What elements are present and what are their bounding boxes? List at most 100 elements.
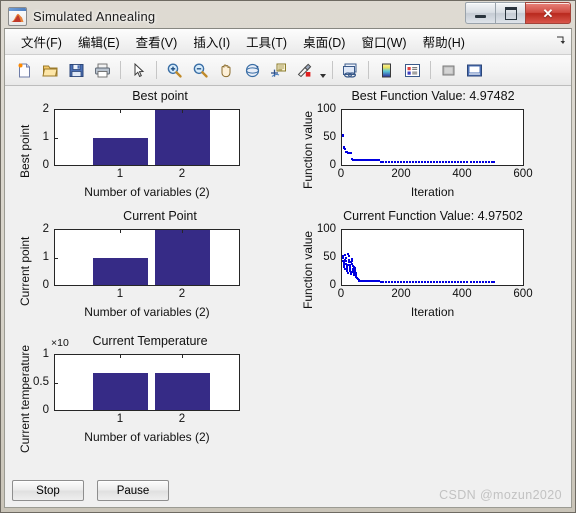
- data-point: [344, 147, 347, 150]
- data-point: [400, 280, 403, 283]
- data-point: [427, 160, 430, 163]
- rotate-3d-icon[interactable]: [240, 58, 265, 83]
- current-point-chart: Current Point Current point 2 1 0 1 2 Nu…: [5, 206, 290, 326]
- best-point-bar-1: [93, 137, 148, 165]
- data-point: [391, 160, 394, 163]
- current-function-value-xtick-0: 0: [337, 288, 345, 300]
- data-point: [391, 280, 394, 283]
- figure-client-area: 文件(F) 编辑(E) 查看(V) 插入(I) 工具(T) 桌面(D) 窗口(W…: [4, 28, 572, 508]
- data-point: [469, 280, 472, 283]
- save-figure-icon[interactable]: [64, 58, 89, 83]
- data-point: [463, 160, 466, 163]
- current-temperature-ytick-05: 0.5: [33, 376, 49, 388]
- legend-icon[interactable]: [400, 58, 425, 83]
- menu-help[interactable]: 帮助(H): [415, 29, 473, 54]
- data-point: [412, 160, 415, 163]
- brush-dropdown-icon[interactable]: [318, 55, 327, 85]
- simulated-annealing-window: Simulated Annealing ✕ 文件(F) 编辑(E) 查看(V) …: [0, 0, 576, 513]
- data-point: [347, 258, 350, 261]
- data-point: [388, 160, 391, 163]
- data-point: [403, 280, 406, 283]
- new-figure-icon[interactable]: [12, 58, 37, 83]
- menu-overflow-icon[interactable]: [556, 36, 565, 48]
- print-figure-icon[interactable]: [90, 58, 115, 83]
- data-point: [493, 161, 496, 164]
- run-controls: Stop Pause: [12, 480, 169, 501]
- stop-button[interactable]: Stop: [12, 480, 84, 501]
- pointer-select-icon[interactable]: [126, 58, 151, 83]
- best-point-xlabel: Number of variables (2): [84, 185, 210, 199]
- data-point: [424, 280, 427, 283]
- menu-tools[interactable]: 工具(T): [238, 29, 295, 54]
- data-point: [460, 160, 463, 163]
- matlab-icon: [8, 6, 27, 26]
- close-button[interactable]: ✕: [525, 2, 571, 24]
- current-point-xtick-2: 2: [178, 288, 186, 300]
- data-point: [430, 160, 433, 163]
- current-point-xtick-1: 1: [116, 288, 124, 300]
- hide-plot-tools-icon[interactable]: [436, 58, 461, 83]
- best-function-value-ylabel: Function value: [301, 110, 315, 189]
- best-function-value-axes[interactable]: [341, 109, 524, 166]
- current-point-ylabel: Current point: [18, 236, 32, 306]
- data-point: [454, 280, 457, 283]
- menu-edit[interactable]: 编辑(E): [70, 29, 128, 54]
- data-point: [451, 280, 454, 283]
- data-point: [347, 252, 350, 255]
- current-temperature-bar-1: [93, 373, 148, 410]
- current-temperature-ylabel: Current temperature: [18, 344, 32, 453]
- best-function-value-xtick-200: 200: [391, 168, 411, 180]
- data-cursor-icon[interactable]: [266, 58, 291, 83]
- link-plot-icon[interactable]: [338, 58, 363, 83]
- minimize-button[interactable]: [465, 2, 495, 24]
- window-title: Simulated Annealing: [33, 8, 156, 24]
- data-point: [418, 160, 421, 163]
- best-point-axes[interactable]: [54, 109, 240, 166]
- best-function-value-xtick-600: 600: [513, 168, 533, 180]
- menu-file[interactable]: 文件(F): [13, 29, 70, 54]
- pan-hand-icon[interactable]: [214, 58, 239, 83]
- data-point: [421, 280, 424, 283]
- best-point-ytick-2: 2: [42, 103, 49, 115]
- current-function-value-xtick-600: 600: [513, 288, 533, 300]
- pause-button[interactable]: Pause: [97, 480, 169, 501]
- data-point: [448, 160, 451, 163]
- data-point: [445, 280, 448, 283]
- data-point: [406, 280, 409, 283]
- menu-window[interactable]: 窗口(W): [353, 29, 414, 54]
- brush-icon[interactable]: [292, 58, 317, 83]
- best-function-value-chart: Best Function Value: 4.97482 Function va…: [290, 86, 571, 206]
- data-point: [484, 280, 487, 283]
- data-point: [472, 280, 475, 283]
- window-title-bar[interactable]: Simulated Annealing ✕: [4, 2, 572, 28]
- data-point: [415, 160, 418, 163]
- menu-insert[interactable]: 插入(I): [185, 29, 238, 54]
- current-function-value-axes[interactable]: [341, 229, 524, 286]
- data-point: [394, 160, 397, 163]
- current-point-axes[interactable]: [54, 229, 240, 286]
- best-function-value-ytick-50: 50: [323, 131, 336, 143]
- data-point: [394, 280, 397, 283]
- open-file-icon[interactable]: [38, 58, 63, 83]
- show-plot-tools-icon[interactable]: [462, 58, 487, 83]
- best-point-xtick-2: 2: [178, 168, 186, 180]
- data-point: [436, 280, 439, 283]
- data-point: [406, 160, 409, 163]
- close-icon: ✕: [542, 5, 554, 21]
- zoom-out-icon[interactable]: [188, 58, 213, 83]
- menu-view[interactable]: 查看(V): [128, 29, 186, 54]
- data-point: [418, 280, 421, 283]
- zoom-in-icon[interactable]: [162, 58, 187, 83]
- data-point: [472, 160, 475, 163]
- current-point-ytick-1: 1: [42, 251, 49, 263]
- menu-desktop[interactable]: 桌面(D): [295, 29, 353, 54]
- colorbar-icon[interactable]: [374, 58, 399, 83]
- data-point: [478, 280, 481, 283]
- current-temperature-axes[interactable]: [54, 354, 240, 411]
- data-point: [351, 262, 354, 265]
- maximize-button[interactable]: [495, 2, 525, 24]
- current-temperature-xtick-1: 1: [116, 413, 124, 425]
- current-temperature-title: Current Temperature: [92, 334, 208, 348]
- data-point: [481, 160, 484, 163]
- best-point-bar-2: [155, 110, 210, 165]
